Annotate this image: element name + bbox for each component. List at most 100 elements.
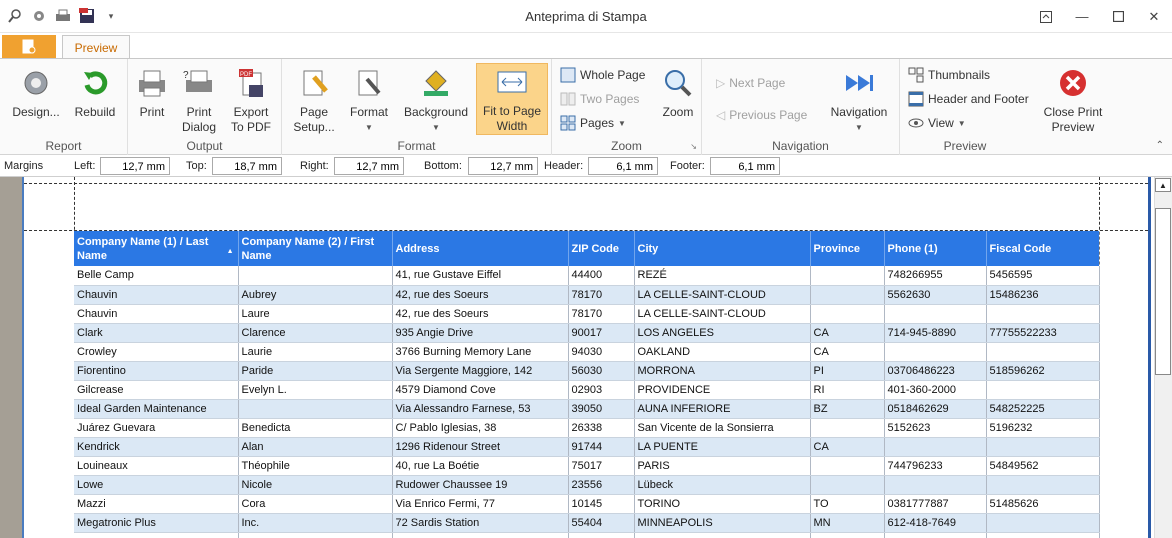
table-cell [986, 342, 1100, 362]
bottom-margin-label: Bottom: [424, 160, 462, 172]
magnifier-icon [660, 65, 696, 101]
table-cell: 75017 [568, 456, 635, 476]
output-group-label: Output [186, 139, 223, 153]
header-margin-guide[interactable] [24, 183, 1148, 184]
table-cell: San Vicente de la Sonsierra [634, 418, 811, 438]
table-cell: 23556 [568, 475, 635, 495]
next-arrow-icon: ▷ [716, 76, 726, 90]
table-cell [884, 475, 987, 495]
background-button[interactable]: Background ▼ [400, 65, 472, 135]
two-pages-button[interactable]: Two Pages [560, 89, 639, 109]
table-cell: MN [810, 513, 885, 533]
table-cell [986, 513, 1100, 533]
file-tab[interactable] [2, 35, 56, 59]
table-cell: LA CELLE-SAINT-CLOUD [634, 304, 811, 324]
format-button[interactable]: Format ▼ [346, 65, 392, 135]
table-cell: 15486236 [986, 285, 1100, 305]
ribbon-display-icon[interactable] [1028, 0, 1064, 33]
table-cell [238, 399, 393, 419]
close-print-preview-button[interactable]: Close Print Preview [1040, 65, 1106, 135]
whole-page-icon [560, 67, 576, 83]
navigation-button[interactable]: Navigation ▼ [824, 65, 894, 135]
column-header[interactable]: Phone (1) [884, 231, 987, 266]
table-cell: Crowley [74, 342, 239, 362]
eye-icon [908, 118, 924, 128]
thumbnails-button[interactable]: Thumbnails [908, 65, 990, 85]
table-cell: 26338 [568, 418, 635, 438]
scrollbar-thumb[interactable] [1155, 208, 1171, 375]
design-button[interactable]: Design... [10, 65, 62, 120]
column-header[interactable]: Fiscal Code [986, 231, 1100, 266]
print-button[interactable]: Print [134, 65, 170, 120]
header-margin-input[interactable] [588, 157, 658, 175]
table-cell: C/ Pablo Iglesias, 38 [392, 418, 569, 438]
page-left-edge [0, 177, 24, 538]
paint-bucket-icon [418, 65, 454, 101]
column-header[interactable]: Province [810, 231, 885, 266]
header-and-footer-button[interactable]: Header and Footer [908, 89, 1029, 109]
table-row: Ideal Garden Maintenance Via Alessandro F… [74, 399, 1100, 419]
table-cell: 40, rue La Boétie [392, 456, 569, 476]
table-row: Fiorentino Paride Via Sergente Maggiore, 1… [74, 361, 1100, 381]
table-cell: 5152623 [884, 418, 987, 438]
table-cell: 78170 [568, 285, 635, 305]
column-header[interactable]: ZIP Code [568, 231, 635, 266]
footer-margin-label: Footer: [670, 160, 705, 172]
zoom-group-label: Zoom [611, 139, 642, 153]
close-icon[interactable]: ✕ [1136, 0, 1172, 33]
column-header[interactable]: Company Name (1) / Last Name ▲ [74, 231, 239, 266]
maximize-icon[interactable] [1100, 0, 1136, 33]
table-cell: 91744 [568, 437, 635, 457]
collapse-ribbon-icon[interactable]: ⌃ [1156, 140, 1164, 151]
whole-page-button[interactable]: Whole Page [560, 65, 645, 85]
footer-margin-input[interactable] [710, 157, 780, 175]
table-cell [238, 532, 393, 538]
table-cell: 78170 [568, 304, 635, 324]
table-cell: 94030 [568, 342, 635, 362]
pages-button[interactable]: Pages ▼ [560, 113, 626, 133]
column-header[interactable]: Address [392, 231, 569, 266]
table-row: Clark Clarence 935 Angie Drive 90017 LOS ANG… [74, 323, 1100, 343]
chevron-down-icon: ▼ [855, 123, 863, 132]
table-cell [884, 342, 987, 362]
tab-preview[interactable]: Preview [62, 35, 130, 60]
fit-to-page-width-button[interactable]: Fit to Page Width [476, 63, 548, 135]
chevron-down-icon: ▼ [432, 123, 440, 132]
table-cell: Via Sergente Maggiore, 142 [392, 361, 569, 381]
format-group-label: Format [397, 139, 436, 153]
table-cell: 935 Angie Drive [392, 323, 569, 343]
table-cell: 0381777887 [884, 494, 987, 514]
minimize-icon[interactable]: — [1064, 0, 1100, 33]
table-cell [810, 304, 885, 324]
previous-page-button[interactable]: ◁ Previous Page [716, 105, 807, 125]
table-row: Juárez Guevara Benedicta C/ Pablo Iglesias… [74, 418, 1100, 438]
format-group: Page Setup... Format ▼ Background ▼ Fit … [282, 59, 552, 155]
right-margin-input[interactable] [334, 157, 404, 175]
table-cell: 714-945-8890 [884, 323, 987, 343]
previous-arrow-icon: ◁ [716, 108, 726, 122]
print-dialog-button[interactable]: ? Print Dialog [176, 65, 222, 135]
page-setup-icon [296, 65, 332, 101]
column-header[interactable]: Company Name (2) / First Name [238, 231, 393, 266]
svg-text:PDF: PDF [240, 72, 252, 78]
printer-icon [134, 65, 170, 101]
bottom-margin-input[interactable] [468, 157, 538, 175]
export-to-pdf-button[interactable]: PDF Export To PDF [228, 65, 274, 135]
top-margin-input[interactable] [212, 157, 282, 175]
table-row: Mazzi Cora Via Enrico Fermi, 77 10145 TORINO… [74, 494, 1100, 514]
page-setup-button[interactable]: Page Setup... [292, 65, 336, 135]
view-button[interactable]: View ▼ [908, 113, 966, 133]
left-margin-input[interactable] [100, 157, 170, 175]
column-header[interactable]: City [634, 231, 811, 266]
table-row [74, 532, 1100, 538]
thumbnails-icon [908, 67, 924, 83]
format-wrench-icon [351, 65, 387, 101]
zoom-button[interactable]: Zoom [656, 65, 700, 120]
scroll-up-icon[interactable]: ▲ [1155, 178, 1171, 192]
next-page-button[interactable]: ▷ Next Page [716, 73, 785, 93]
table-cell [986, 304, 1100, 324]
rebuild-button[interactable]: Rebuild [70, 65, 120, 120]
table-cell: Ideal Garden Maintenance [74, 399, 239, 419]
table-row: Louineaux Théophile 40, rue La Boétie 75017… [74, 456, 1100, 476]
table-cell: CA [810, 323, 885, 343]
